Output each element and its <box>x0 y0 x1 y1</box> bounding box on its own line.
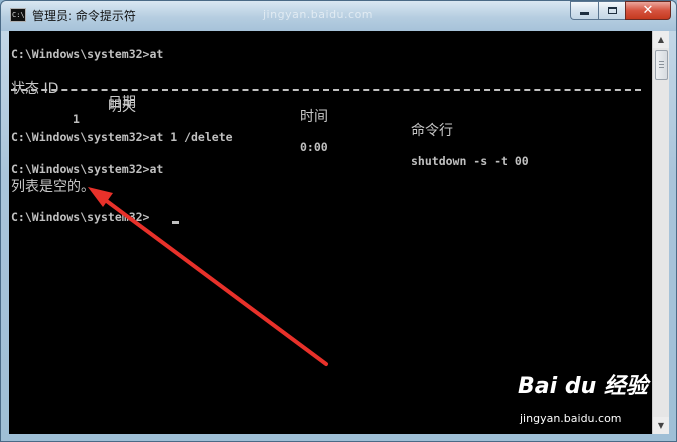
cell-command: shutdown -s -t 00 <box>411 154 529 168</box>
minimize-icon <box>580 12 589 15</box>
text-cursor <box>172 221 179 224</box>
maximize-icon <box>607 7 617 14</box>
cell-id: 1 <box>73 112 80 126</box>
scroll-up-button[interactable]: ▲ <box>653 31 669 48</box>
maximize-button[interactable] <box>598 1 625 20</box>
console-line-prompt-at-2: C:\Windows\system32>at <box>11 162 164 176</box>
console-line-empty-list: 列表是空的。 <box>11 179 95 195</box>
close-icon: ✕ <box>642 3 654 18</box>
scroll-thumb[interactable] <box>655 50 668 80</box>
close-button[interactable]: ✕ <box>625 1 671 20</box>
title-watermark: jingyan.baidu.com <box>263 8 374 21</box>
cmd-app-icon[interactable]: C:\. <box>10 8 26 22</box>
console-line-current-prompt: C:\Windows\system32> <box>11 210 150 224</box>
console-line-delete: C:\Windows\system32>at 1 /delete <box>11 130 233 144</box>
grip-line <box>659 67 664 68</box>
title-bar[interactable]: C:\. 管理员: 命令提示符 jingyan.baidu.com ✕ <box>1 1 676 31</box>
watermark-url: jingyan.baidu.com <box>520 412 622 425</box>
cell-time: 0:00 <box>300 140 328 154</box>
grip-line <box>659 64 664 65</box>
arrow-up-icon: ▲ <box>657 35 665 44</box>
scroll-down-button[interactable]: ▼ <box>653 417 669 434</box>
cell-date: 明天 <box>108 99 136 115</box>
minimize-button[interactable] <box>570 1 598 20</box>
grip-line <box>659 61 664 62</box>
table-divider <box>11 89 641 91</box>
caption-buttons: ✕ <box>570 1 671 20</box>
header-status-id: 状态 ID <box>11 81 59 97</box>
console-line-prompt-at: C:\Windows\system32>at <box>11 47 164 61</box>
vertical-scrollbar[interactable]: ▲ ▼ <box>652 31 669 434</box>
baidu-watermark: Bai du 经验 jingyan.baidu.com <box>518 368 648 425</box>
baidu-logo: Bai du 经验 <box>518 374 648 399</box>
arrow-down-icon: ▼ <box>657 421 665 430</box>
window-title: 管理员: 命令提示符 <box>32 9 136 23</box>
